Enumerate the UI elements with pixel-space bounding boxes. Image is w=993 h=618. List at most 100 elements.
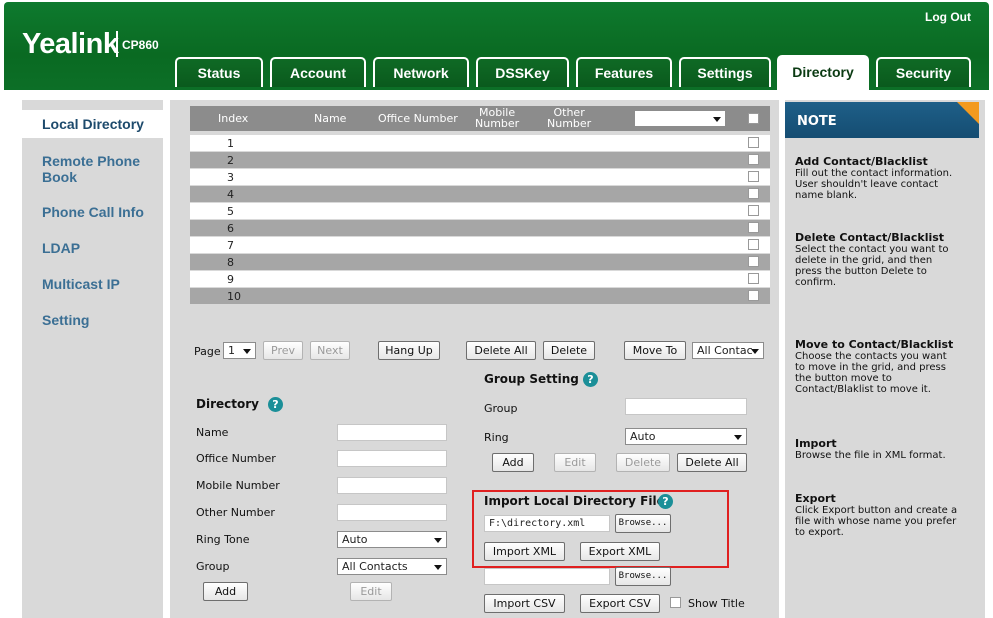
tab-status[interactable]: Status — [175, 57, 263, 87]
delete-all-groups-button[interactable]: Delete All — [677, 453, 747, 472]
page-label: Page — [194, 345, 221, 358]
sidebar-item-label: Remote Phone — [42, 153, 141, 169]
table-row: 8 — [190, 254, 770, 270]
row-checkbox[interactable] — [748, 239, 759, 250]
group-name-field[interactable] — [625, 398, 747, 415]
contacts-filter-select[interactable]: All Contacts — [634, 110, 726, 127]
mobile-number-field[interactable] — [337, 477, 447, 494]
row-checkbox[interactable] — [748, 154, 759, 165]
note-line: confirm. — [795, 277, 837, 288]
note-line: to export. — [795, 527, 844, 538]
note-line: press the button Delete to — [795, 266, 927, 277]
row-checkbox[interactable] — [748, 171, 759, 182]
chevron-down-icon — [243, 349, 251, 354]
delete-group-button[interactable]: Delete — [616, 453, 670, 472]
select-value: Auto — [630, 430, 656, 443]
help-icon[interactable]: ? — [583, 372, 598, 387]
column-label: Number — [475, 117, 520, 130]
name-field[interactable] — [337, 424, 447, 441]
browse-csv-button[interactable]: Browse... — [615, 567, 671, 586]
row-index: 10 — [227, 290, 241, 303]
row-index: 6 — [227, 222, 234, 235]
chevron-down-icon — [751, 349, 759, 354]
column-office-number: Office Number — [378, 112, 458, 125]
sidebar-item-local-directory[interactable]: Local Directory — [22, 110, 163, 138]
sidebar-item-remote-phone-book[interactable]: Remote Phone Book — [22, 153, 163, 185]
note-heading: Import — [795, 437, 837, 450]
tab-features[interactable]: Features — [576, 57, 672, 87]
import-xml-button[interactable]: Import XML — [484, 542, 565, 561]
import-csv-file-field[interactable] — [484, 568, 610, 585]
help-icon[interactable]: ? — [658, 494, 673, 509]
tab-settings[interactable]: Settings — [679, 57, 771, 87]
next-button[interactable]: Next — [310, 341, 350, 360]
ring-tone-select[interactable]: Auto — [337, 531, 447, 548]
table-row: 7 — [190, 237, 770, 253]
column-other-number: Other Number — [547, 107, 591, 129]
row-checkbox[interactable] — [748, 256, 759, 267]
row-index: 8 — [227, 256, 234, 269]
table-row: 9 — [190, 271, 770, 287]
logo-divider — [116, 31, 118, 57]
sidebar-item-multicast-ip[interactable]: Multicast IP — [22, 276, 163, 292]
row-checkbox[interactable] — [748, 188, 759, 199]
import-file-field[interactable]: F:\directory.xml — [484, 515, 610, 532]
group-setting-title: Group Setting — [484, 372, 579, 386]
row-checkbox[interactable] — [748, 273, 759, 284]
tab-network[interactable]: Network — [373, 57, 469, 87]
edit-group-button[interactable]: Edit — [554, 453, 596, 472]
delete-button[interactable]: Delete — [543, 341, 595, 360]
note-heading: Add Contact/Blacklist — [795, 155, 928, 168]
row-checkbox[interactable] — [748, 205, 759, 216]
tab-dsskey[interactable]: DSSKey — [476, 57, 569, 87]
note-line: Browse the file in XML format. — [795, 450, 946, 461]
tab-security[interactable]: Security — [876, 57, 971, 87]
table-row: 3 — [190, 169, 770, 185]
group-select[interactable]: All Contacts — [337, 558, 447, 575]
add-contact-button[interactable]: Add — [203, 582, 248, 601]
hang-up-button[interactable]: Hang Up — [378, 341, 440, 360]
note-line: delete in the grid, and then — [795, 255, 933, 266]
app-window: Yealink CP860 Log Out Status Account Net… — [0, 0, 993, 618]
show-title-label: Show Title — [688, 597, 745, 610]
logo: Yealink — [22, 28, 119, 60]
delete-all-button[interactable]: Delete All — [466, 341, 536, 360]
chevron-down-icon — [434, 565, 442, 570]
help-icon[interactable]: ? — [268, 397, 283, 412]
row-checkbox[interactable] — [748, 222, 759, 233]
page-select[interactable]: 1 — [223, 342, 256, 359]
note-line: name blank. — [795, 190, 858, 201]
logout-link[interactable]: Log Out — [925, 10, 971, 24]
sidebar-item-ldap[interactable]: LDAP — [22, 240, 163, 256]
other-number-label: Other Number — [196, 506, 275, 519]
group-ring-select[interactable]: Auto — [625, 428, 747, 445]
other-number-field[interactable] — [337, 504, 447, 521]
export-csv-button[interactable]: Export CSV — [580, 594, 660, 613]
sidebar-item-setting[interactable]: Setting — [22, 312, 163, 328]
prev-button[interactable]: Prev — [263, 341, 303, 360]
note-text: Click Export button and create a file wi… — [795, 505, 977, 538]
move-target-select[interactable]: All Contac — [692, 342, 764, 359]
name-label: Name — [196, 426, 229, 439]
sidebar-item-phone-call-info[interactable]: Phone Call Info — [22, 204, 163, 220]
select-all-checkbox[interactable] — [748, 113, 759, 124]
row-checkbox[interactable] — [748, 290, 759, 301]
office-number-field[interactable] — [337, 450, 447, 467]
select-value: Auto — [342, 533, 368, 546]
import-section-title: Import Local Directory File — [484, 494, 665, 508]
show-title-checkbox[interactable] — [670, 597, 681, 608]
move-to-button[interactable]: Move To — [624, 341, 686, 360]
import-csv-button[interactable]: Import CSV — [484, 594, 565, 613]
main-panel: Index Name Office Number Mobile Number O… — [170, 100, 779, 618]
tab-account[interactable]: Account — [270, 57, 366, 87]
column-label: Number — [547, 117, 592, 130]
add-group-button[interactable]: Add — [492, 453, 534, 472]
row-checkbox[interactable] — [748, 137, 759, 148]
tab-directory[interactable]: Directory — [777, 55, 869, 90]
note-title: NOTE — [797, 114, 837, 129]
note-line: Contact/Blaklist to move it. — [795, 384, 931, 395]
browse-xml-button[interactable]: Browse... — [615, 514, 671, 533]
export-xml-button[interactable]: Export XML — [580, 542, 660, 561]
edit-contact-button[interactable]: Edit — [350, 582, 392, 601]
select-value: All Contac — [697, 344, 753, 357]
